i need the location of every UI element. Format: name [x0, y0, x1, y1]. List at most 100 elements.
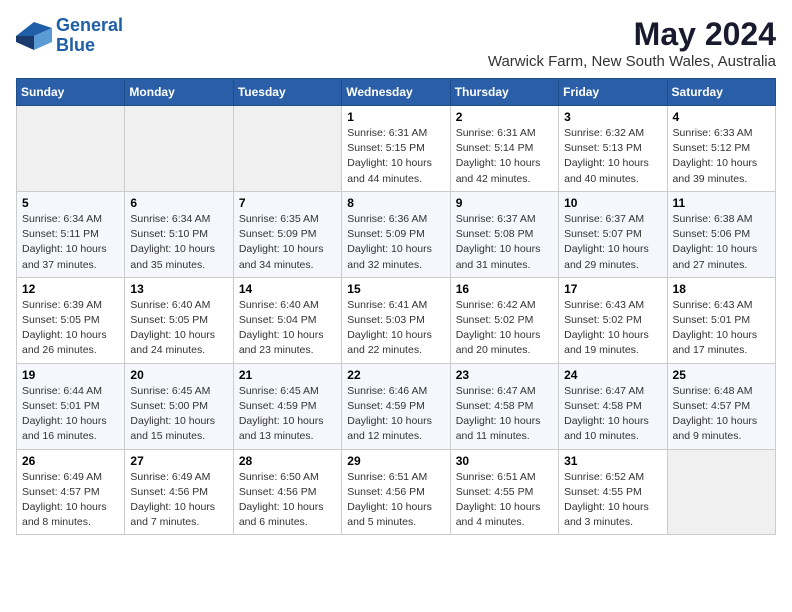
day-number: 8	[347, 196, 444, 210]
calendar-cell	[667, 449, 775, 535]
calendar-cell: 10Sunrise: 6:37 AM Sunset: 5:07 PM Dayli…	[559, 191, 667, 277]
day-number: 23	[456, 368, 553, 382]
day-info: Sunrise: 6:34 AM Sunset: 5:11 PM Dayligh…	[22, 212, 119, 273]
day-number: 1	[347, 110, 444, 124]
calendar-cell: 18 Sunrise: 6:43 AM Sunset: 5:01 PM Dayli…	[667, 277, 775, 363]
calendar-cell: 17 Sunrise: 6:43 AM Sunset: 5:02 PM Dayli…	[559, 277, 667, 363]
day-number: 12	[22, 282, 119, 296]
day-number: 26	[22, 454, 119, 468]
day-info: Sunrise: 6:45 AM Sunset: 4:59 PM Dayligh…	[239, 384, 336, 445]
day-info: Sunrise: 6:39 AM Sunset: 5:05 PM Dayligh…	[22, 298, 119, 359]
logo: General Blue	[16, 16, 123, 56]
calendar-cell: 29 Sunrise: 6:51 AM Sunset: 4:56 PM Dayli…	[342, 449, 450, 535]
day-info: Sunrise: 6:31 AM Sunset: 5:15 PM Dayligh…	[347, 126, 444, 187]
logo-text: General Blue	[56, 16, 123, 56]
day-info: Sunrise: 6:51 AM Sunset: 4:55 PM Dayligh…	[456, 470, 553, 531]
calendar-cell: 30 Sunrise: 6:51 AM Sunset: 4:55 PM Dayli…	[450, 449, 558, 535]
day-info: Sunrise: 6:46 AM Sunset: 4:59 PM Dayligh…	[347, 384, 444, 445]
day-number: 9	[456, 196, 553, 210]
day-info: Sunrise: 6:51 AM Sunset: 4:56 PM Dayligh…	[347, 470, 444, 531]
calendar-cell: 3 Sunrise: 6:32 AM Sunset: 5:13 PM Daylig…	[559, 106, 667, 192]
calendar-cell: 1 Sunrise: 6:31 AM Sunset: 5:15 PM Daylig…	[342, 106, 450, 192]
day-number: 27	[130, 454, 227, 468]
weekday-header-row: SundayMondayTuesdayWednesdayThursdayFrid…	[17, 79, 776, 106]
day-number: 28	[239, 454, 336, 468]
weekday-header: Tuesday	[233, 79, 341, 106]
calendar-week-row: 12 Sunrise: 6:39 AM Sunset: 5:05 PM Dayli…	[17, 277, 776, 363]
day-number: 21	[239, 368, 336, 382]
day-number: 13	[130, 282, 227, 296]
calendar-cell: 26 Sunrise: 6:49 AM Sunset: 4:57 PM Dayli…	[17, 449, 125, 535]
day-number: 3	[564, 110, 661, 124]
weekday-header: Sunday	[17, 79, 125, 106]
calendar-week-row: 26 Sunrise: 6:49 AM Sunset: 4:57 PM Dayli…	[17, 449, 776, 535]
day-info: Sunrise: 6:38 AM Sunset: 5:06 PM Dayligh…	[673, 212, 770, 273]
day-info: Sunrise: 6:44 AM Sunset: 5:01 PM Dayligh…	[22, 384, 119, 445]
day-info: Sunrise: 6:43 AM Sunset: 5:01 PM Dayligh…	[673, 298, 770, 359]
day-number: 15	[347, 282, 444, 296]
weekday-header: Saturday	[667, 79, 775, 106]
day-info: Sunrise: 6:49 AM Sunset: 4:56 PM Dayligh…	[130, 470, 227, 531]
calendar-cell: 2Sunrise: 6:31 AM Sunset: 5:14 PM Daylig…	[450, 106, 558, 192]
calendar-cell: 6 Sunrise: 6:34 AM Sunset: 5:10 PM Daylig…	[125, 191, 233, 277]
day-number: 10	[564, 196, 661, 210]
calendar-table: SundayMondayTuesdayWednesdayThursdayFrid…	[16, 78, 776, 535]
calendar-cell: 9 Sunrise: 6:37 AM Sunset: 5:08 PM Daylig…	[450, 191, 558, 277]
calendar-week-row: 1 Sunrise: 6:31 AM Sunset: 5:15 PM Daylig…	[17, 106, 776, 192]
day-info: Sunrise: 6:42 AM Sunset: 5:02 PM Dayligh…	[456, 298, 553, 359]
calendar-cell	[125, 106, 233, 192]
calendar-cell: 19 Sunrise: 6:44 AM Sunset: 5:01 PM Dayli…	[17, 363, 125, 449]
day-number: 24	[564, 368, 661, 382]
day-number: 17	[564, 282, 661, 296]
calendar-cell: 27 Sunrise: 6:49 AM Sunset: 4:56 PM Dayli…	[125, 449, 233, 535]
calendar-cell: 8 Sunrise: 6:36 AM Sunset: 5:09 PM Daylig…	[342, 191, 450, 277]
calendar-cell: 5 Sunrise: 6:34 AM Sunset: 5:11 PM Daylig…	[17, 191, 125, 277]
day-info: Sunrise: 6:48 AM Sunset: 4:57 PM Dayligh…	[673, 384, 770, 445]
calendar-cell: 24 Sunrise: 6:47 AM Sunset: 4:58 PM Dayli…	[559, 363, 667, 449]
day-info: Sunrise: 6:36 AM Sunset: 5:09 PM Dayligh…	[347, 212, 444, 273]
day-info: Sunrise: 6:40 AM Sunset: 5:04 PM Dayligh…	[239, 298, 336, 359]
day-number: 29	[347, 454, 444, 468]
day-info: Sunrise: 6:33 AM Sunset: 5:12 PM Dayligh…	[673, 126, 770, 187]
day-number: 22	[347, 368, 444, 382]
day-number: 16	[456, 282, 553, 296]
day-number: 7	[239, 196, 336, 210]
day-info: Sunrise: 6:32 AM Sunset: 5:13 PM Dayligh…	[564, 126, 661, 187]
day-number: 6	[130, 196, 227, 210]
calendar-cell: 14 Sunrise: 6:40 AM Sunset: 5:04 PM Dayli…	[233, 277, 341, 363]
weekday-header: Thursday	[450, 79, 558, 106]
day-info: Sunrise: 6:40 AM Sunset: 5:05 PM Dayligh…	[130, 298, 227, 359]
calendar-cell: 31 Sunrise: 6:52 AM Sunset: 4:55 PM Dayli…	[559, 449, 667, 535]
day-number: 11	[673, 196, 770, 210]
calendar-cell: 25Sunrise: 6:48 AM Sunset: 4:57 PM Dayli…	[667, 363, 775, 449]
page-header: General Blue May 2024 Warwick Farm, New …	[16, 16, 776, 70]
day-info: Sunrise: 6:47 AM Sunset: 4:58 PM Dayligh…	[456, 384, 553, 445]
day-info: Sunrise: 6:52 AM Sunset: 4:55 PM Dayligh…	[564, 470, 661, 531]
calendar-week-row: 19 Sunrise: 6:44 AM Sunset: 5:01 PM Dayli…	[17, 363, 776, 449]
day-info: Sunrise: 6:45 AM Sunset: 5:00 PM Dayligh…	[130, 384, 227, 445]
calendar-cell: 21 Sunrise: 6:45 AM Sunset: 4:59 PM Dayli…	[233, 363, 341, 449]
day-number: 31	[564, 454, 661, 468]
day-info: Sunrise: 6:31 AM Sunset: 5:14 PM Dayligh…	[456, 126, 553, 187]
month-title: May 2024	[488, 16, 776, 53]
day-number: 5	[22, 196, 119, 210]
day-info: Sunrise: 6:43 AM Sunset: 5:02 PM Dayligh…	[564, 298, 661, 359]
calendar-cell: 13 Sunrise: 6:40 AM Sunset: 5:05 PM Dayli…	[125, 277, 233, 363]
day-info: Sunrise: 6:37 AM Sunset: 5:08 PM Dayligh…	[456, 212, 553, 273]
title-block: May 2024 Warwick Farm, New South Wales, …	[488, 16, 776, 70]
calendar-cell: 7 Sunrise: 6:35 AM Sunset: 5:09 PM Daylig…	[233, 191, 341, 277]
day-info: Sunrise: 6:35 AM Sunset: 5:09 PM Dayligh…	[239, 212, 336, 273]
calendar-cell: 22 Sunrise: 6:46 AM Sunset: 4:59 PM Dayli…	[342, 363, 450, 449]
calendar-cell	[233, 106, 341, 192]
day-number: 14	[239, 282, 336, 296]
day-number: 19	[22, 368, 119, 382]
calendar-cell: 20 Sunrise: 6:45 AM Sunset: 5:00 PM Dayli…	[125, 363, 233, 449]
day-info: Sunrise: 6:34 AM Sunset: 5:10 PM Dayligh…	[130, 212, 227, 273]
day-number: 18	[673, 282, 770, 296]
logo-icon	[16, 22, 52, 50]
day-info: Sunrise: 6:47 AM Sunset: 4:58 PM Dayligh…	[564, 384, 661, 445]
day-number: 30	[456, 454, 553, 468]
day-number: 20	[130, 368, 227, 382]
calendar-week-row: 5 Sunrise: 6:34 AM Sunset: 5:11 PM Daylig…	[17, 191, 776, 277]
day-info: Sunrise: 6:49 AM Sunset: 4:57 PM Dayligh…	[22, 470, 119, 531]
